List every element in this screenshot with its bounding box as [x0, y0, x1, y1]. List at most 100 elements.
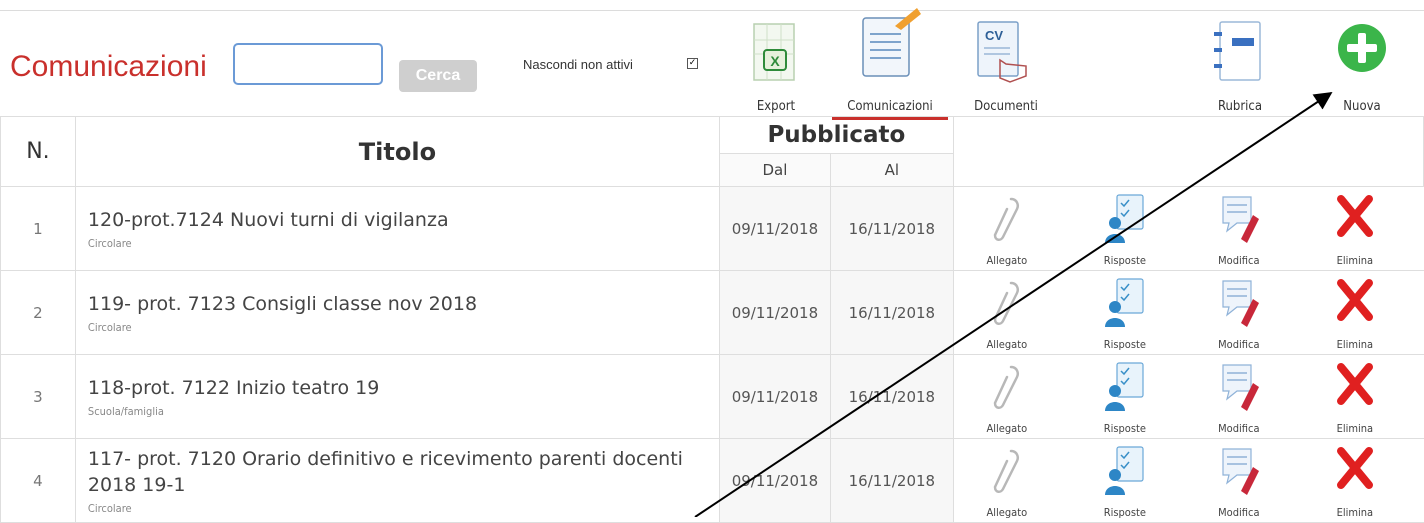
col-header-from: Dal	[718, 153, 831, 187]
edit-label: Modifica	[1218, 422, 1260, 435]
delete-button[interactable]: Elimina	[1310, 193, 1400, 267]
edit-button[interactable]: Modifica	[1194, 361, 1284, 435]
cv-document-icon: CV	[977, 21, 1027, 83]
edit-label: Modifica	[1218, 338, 1260, 351]
table-row[interactable]: 4 117- prot. 7120 Orario definitivo e ri…	[0, 438, 1424, 523]
answers-button[interactable]: Risposte	[1080, 445, 1170, 519]
row-number: 4	[0, 438, 76, 523]
delete-x-icon	[1336, 447, 1373, 489]
hide-inactive-checkbox[interactable]: ✓	[687, 58, 698, 69]
tool-export[interactable]: X Export	[745, 12, 807, 116]
delete-button[interactable]: Elimina	[1310, 277, 1400, 351]
answers-button[interactable]: Risposte	[1080, 277, 1170, 351]
edit-note-icon	[1222, 448, 1259, 495]
tool-rubrica[interactable]: Rubrica	[1200, 12, 1280, 116]
tool-rubrica-label: Rubrica	[1217, 99, 1263, 114]
survey-person-icon	[1104, 278, 1144, 327]
row-title[interactable]: 119- prot. 7123 Consigli classe nov 2018	[88, 291, 719, 317]
toolbar: Comunicazioni Cerca Nascondi non attivi …	[0, 8, 1424, 120]
table-row[interactable]: 2 119- prot. 7123 Consigli classe nov 20…	[0, 270, 1424, 355]
hide-inactive-label: Nascondi non attivi	[523, 57, 633, 72]
delete-x-icon	[1336, 279, 1373, 321]
row-date-from: 09/11/2018	[718, 354, 831, 439]
row-title[interactable]: 120-prot.7124 Nuovi turni di vigilanza	[88, 207, 719, 233]
svg-text:X: X	[770, 53, 780, 69]
delete-x-icon	[1336, 195, 1373, 237]
paperclip-icon	[993, 197, 1019, 241]
row-title-cell[interactable]: 117- prot. 7120 Orario definitivo e rice…	[74, 438, 720, 523]
answers-button[interactable]: Risposte	[1080, 193, 1170, 267]
col-header-published: Pubblicato	[718, 116, 954, 154]
attachment-label: Allegato	[986, 338, 1028, 351]
page-title: Comunicazioni	[10, 50, 207, 83]
paperclip-icon	[993, 449, 1019, 493]
row-date-to: 16/11/2018	[829, 438, 954, 523]
edit-button[interactable]: Modifica	[1194, 277, 1284, 351]
attachment-button[interactable]: Allegato	[962, 445, 1052, 519]
col-header-actions	[952, 116, 1424, 187]
tool-export-label: Export	[756, 99, 796, 114]
row-date-to: 16/11/2018	[829, 354, 954, 439]
row-actions: Allegato Risposte Modifica Elimina	[953, 270, 1424, 355]
table-row[interactable]: 3 118-prot. 7122 Inizio teatro 19 Scuola…	[0, 354, 1424, 439]
tool-comunicazioni[interactable]: Comunicazioni	[832, 8, 948, 120]
communications-table: N. Titolo Pubblicato Dal Al 1 120-prot.7…	[0, 116, 1424, 523]
edit-note-icon	[1222, 196, 1259, 243]
row-number: 1	[0, 186, 76, 271]
tool-comunicazioni-label: Comunicazioni	[847, 99, 933, 114]
attachment-label: Allegato	[986, 422, 1028, 435]
paperclip-icon	[993, 365, 1019, 409]
row-title[interactable]: 117- prot. 7120 Orario definitivo e rice…	[88, 446, 719, 498]
edit-button[interactable]: Modifica	[1194, 193, 1284, 267]
attachment-button[interactable]: Allegato	[962, 193, 1052, 267]
row-date-to: 16/11/2018	[829, 270, 954, 355]
survey-person-icon	[1104, 194, 1144, 243]
row-title-cell[interactable]: 118-prot. 7122 Inizio teatro 19 Scuola/f…	[74, 354, 720, 439]
row-title-cell[interactable]: 120-prot.7124 Nuovi turni di vigilanza C…	[74, 186, 720, 271]
paperclip-icon	[993, 281, 1019, 325]
delete-label: Elimina	[1336, 422, 1374, 435]
row-date-from: 09/11/2018	[718, 438, 831, 523]
col-header-to: Al	[829, 153, 954, 187]
answers-label: Risposte	[1103, 506, 1146, 519]
answers-button[interactable]: Risposte	[1080, 361, 1170, 435]
svg-text:CV: CV	[985, 28, 1003, 43]
search-button[interactable]: Cerca	[399, 60, 477, 92]
delete-button[interactable]: Elimina	[1310, 445, 1400, 519]
answers-label: Risposte	[1103, 254, 1146, 267]
search-input[interactable]	[233, 43, 383, 85]
row-category: Circolare	[87, 321, 132, 334]
attachment-button[interactable]: Allegato	[962, 277, 1052, 351]
edit-note-icon	[1222, 280, 1259, 327]
tool-nuova-label: Nuova	[1343, 99, 1381, 114]
row-title[interactable]: 118-prot. 7122 Inizio teatro 19	[88, 375, 719, 401]
top-divider	[0, 10, 1424, 11]
table-row[interactable]: 1 120-prot.7124 Nuovi turni di vigilanza…	[0, 186, 1424, 271]
col-header-n: N.	[0, 116, 76, 187]
row-actions: Allegato Risposte Modifica Elimina	[953, 354, 1424, 439]
row-date-from: 09/11/2018	[718, 186, 831, 271]
document-pencil-icon	[862, 8, 921, 77]
delete-button[interactable]: Elimina	[1310, 361, 1400, 435]
answers-label: Risposte	[1103, 338, 1146, 351]
attachment-button[interactable]: Allegato	[962, 361, 1052, 435]
delete-label: Elimina	[1336, 506, 1374, 519]
attachment-label: Allegato	[986, 254, 1028, 267]
address-book-icon	[1214, 21, 1261, 81]
row-number: 2	[0, 270, 76, 355]
tool-documenti[interactable]: CV Documenti	[966, 12, 1046, 116]
answers-label: Risposte	[1103, 422, 1146, 435]
row-title-cell[interactable]: 119- prot. 7123 Consigli classe nov 2018…	[74, 270, 720, 355]
delete-x-icon	[1336, 363, 1373, 405]
row-category: Circolare	[87, 237, 132, 250]
tool-nuova[interactable]: Nuova	[1324, 12, 1400, 116]
survey-person-icon	[1104, 362, 1144, 411]
row-actions: Allegato Risposte Modifica Elimina	[953, 186, 1424, 271]
survey-person-icon	[1104, 446, 1144, 495]
row-date-to: 16/11/2018	[829, 186, 954, 271]
edit-button[interactable]: Modifica	[1194, 445, 1284, 519]
excel-export-icon: X	[753, 23, 795, 81]
delete-label: Elimina	[1336, 338, 1374, 351]
row-category: Scuola/famiglia	[87, 405, 164, 418]
attachment-label: Allegato	[986, 506, 1028, 519]
